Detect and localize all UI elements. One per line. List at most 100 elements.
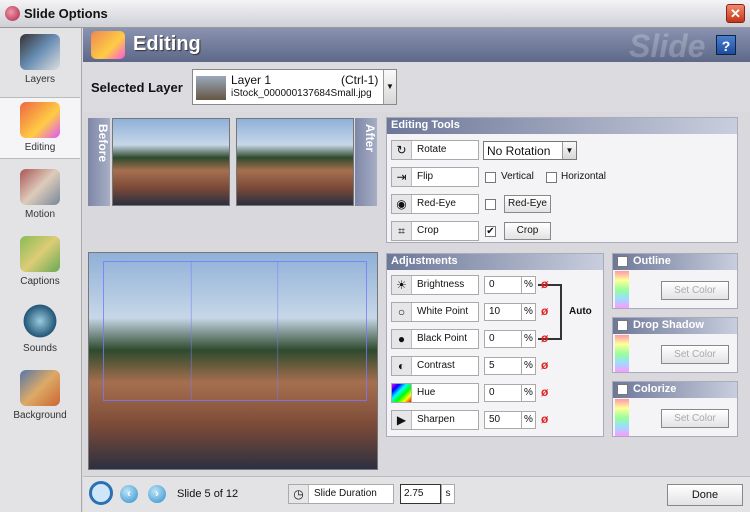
duration-input[interactable]: 2.75 xyxy=(400,484,441,504)
captions-icon xyxy=(20,236,60,272)
effect-title: Outline xyxy=(613,254,737,270)
effect-title: Colorize xyxy=(613,382,737,398)
layer-dropdown[interactable]: Layer 1 (Ctrl-1) iStock_000000137684Smal… xyxy=(192,69,397,105)
clock-icon: ◷ xyxy=(289,485,309,503)
set-color-button[interactable]: Set Color xyxy=(661,345,729,364)
previous-slide-button[interactable]: ‹ xyxy=(120,485,138,503)
sidebar-item-layers[interactable]: Layers xyxy=(0,30,80,92)
rotate-button[interactable]: ↻ Rotate xyxy=(391,140,479,160)
color-swatch xyxy=(615,399,629,436)
adjustment-1-button[interactable]: ○ White Point xyxy=(391,302,479,322)
sidebar-item-label: Layers xyxy=(24,74,55,85)
redeye-button[interactable]: ◉ Red-Eye xyxy=(391,194,479,214)
crop-rectangle[interactable] xyxy=(103,261,367,401)
sidebar-item-background[interactable]: Background xyxy=(0,366,80,428)
sharpen-icon: ▶ xyxy=(392,411,412,429)
layers-icon xyxy=(20,34,60,70)
flip-button[interactable]: ⇥ Flip xyxy=(391,167,479,187)
layer-file: iStock_000000137684Small.jpg xyxy=(231,88,372,99)
palette-icon xyxy=(20,102,60,138)
crop-checkbox[interactable]: ✔ xyxy=(485,226,496,237)
adjustment-value-input[interactable]: 0% xyxy=(484,384,536,402)
footer-bar: ‹ › Slide 5 of 12 ◷ Slide Duration 2.75 s… xyxy=(83,476,750,512)
adjustment-value: 50 xyxy=(489,414,501,425)
adjustment-0-button[interactable]: ☀ Brightness xyxy=(391,275,479,295)
adjustment-3-button[interactable]: ◐ Contrast xyxy=(391,356,479,376)
eye-icon: ◉ xyxy=(392,195,412,213)
color-swatch xyxy=(615,335,629,372)
before-label: Before xyxy=(88,118,110,206)
reset-icon[interactable]: ø xyxy=(541,277,548,291)
effect-checkbox[interactable] xyxy=(617,256,628,267)
white-point-icon: ○ xyxy=(392,303,412,321)
reset-icon[interactable]: ø xyxy=(541,331,548,345)
next-slide-button[interactable]: › xyxy=(148,485,166,503)
redeye-apply-button[interactable]: Red-Eye xyxy=(504,195,551,213)
adjustment-label: Sharpen xyxy=(417,414,455,425)
vertical-checkbox[interactable] xyxy=(485,172,496,183)
horizontal-label: Horizontal xyxy=(561,171,607,182)
reset-icon[interactable]: ø xyxy=(541,304,548,318)
redeye-checkbox[interactable] xyxy=(485,199,496,210)
adjustment-label: Black Point xyxy=(417,333,468,344)
reset-icon[interactable]: ø xyxy=(541,385,548,399)
main-image-canvas[interactable] xyxy=(88,252,378,470)
chevron-down-icon: ▼ xyxy=(562,142,576,159)
layer-name: Layer 1 xyxy=(231,73,272,87)
effect-checkbox[interactable] xyxy=(617,320,628,331)
adjustment-value: 0 xyxy=(489,387,495,398)
app-icon xyxy=(5,6,20,21)
adjustment-2-button[interactable]: ● Black Point xyxy=(391,329,479,349)
editing-tools-panel: Editing Tools ↻ Rotate No Rotation ▼ ⇥ Flip… xyxy=(386,117,738,243)
black-point-icon: ● xyxy=(392,330,412,348)
effect-checkbox[interactable] xyxy=(617,384,628,395)
set-color-button[interactable]: Set Color xyxy=(661,281,729,300)
before-image xyxy=(112,118,230,206)
close-button[interactable]: ✕ xyxy=(726,4,745,23)
zoom-icon[interactable] xyxy=(89,481,113,505)
sidebar-item-motion[interactable]: Motion xyxy=(0,165,80,227)
reset-icon[interactable]: ø xyxy=(541,358,548,372)
chevron-down-icon[interactable]: ▼ xyxy=(383,70,396,104)
reset-icon[interactable]: ø xyxy=(541,412,548,426)
palette-icon xyxy=(91,31,125,59)
brightness-icon: ☀ xyxy=(392,276,412,294)
help-button[interactable]: ? xyxy=(716,35,736,55)
contrast-icon: ◐ xyxy=(392,357,412,375)
horizontal-checkbox[interactable] xyxy=(546,172,557,183)
hue-icon xyxy=(392,384,412,402)
adjustment-5-button[interactable]: ▶ Sharpen xyxy=(391,410,479,430)
adjustment-4-button[interactable]: Hue xyxy=(391,383,479,403)
color-swatch xyxy=(615,271,629,308)
percent-unit: % xyxy=(521,412,535,428)
crop-apply-button[interactable]: Crop xyxy=(504,222,551,240)
adjustment-value-input[interactable]: 5% xyxy=(484,357,536,375)
sidebar-item-sounds[interactable]: Sounds xyxy=(0,299,80,361)
adjustment-value: 0 xyxy=(489,279,495,290)
set-color-button[interactable]: Set Color xyxy=(661,409,729,428)
percent-unit: % xyxy=(521,385,535,401)
background-icon xyxy=(20,370,60,406)
duration-label: Slide Duration xyxy=(314,488,377,499)
duration-unit: s xyxy=(441,484,455,504)
crop-icon: ⌗ xyxy=(392,222,412,240)
sidebar-item-label: Background xyxy=(13,410,67,421)
sidebar-item-editing[interactable]: Editing xyxy=(0,97,80,159)
rotation-select[interactable]: No Rotation ▼ xyxy=(483,141,577,160)
rotate-label: Rotate xyxy=(417,144,447,155)
adjustment-value-input[interactable]: 0% xyxy=(484,276,536,294)
adjustment-value-input[interactable]: 50% xyxy=(484,411,536,429)
sidebar-item-captions[interactable]: Captions xyxy=(0,232,80,294)
effect-panel: Drop Shadow Set Color xyxy=(612,317,738,373)
layer-row: Selected Layer Layer 1 (Ctrl-1) iStock_0… xyxy=(83,62,750,112)
done-button[interactable]: Done xyxy=(667,484,743,506)
panel-title: Adjustments xyxy=(387,254,603,270)
crop-tool-button[interactable]: ⌗ Crop xyxy=(391,221,479,241)
adjustment-value-input[interactable]: 0% xyxy=(484,330,536,348)
adjustment-value-input[interactable]: 10% xyxy=(484,303,536,321)
motion-icon xyxy=(20,169,60,205)
sidebar-item-label: Motion xyxy=(24,209,55,220)
adjustment-value: 10 xyxy=(489,306,501,317)
sidebar-item-label: Captions xyxy=(20,276,60,287)
crop-label: Crop xyxy=(417,225,439,236)
